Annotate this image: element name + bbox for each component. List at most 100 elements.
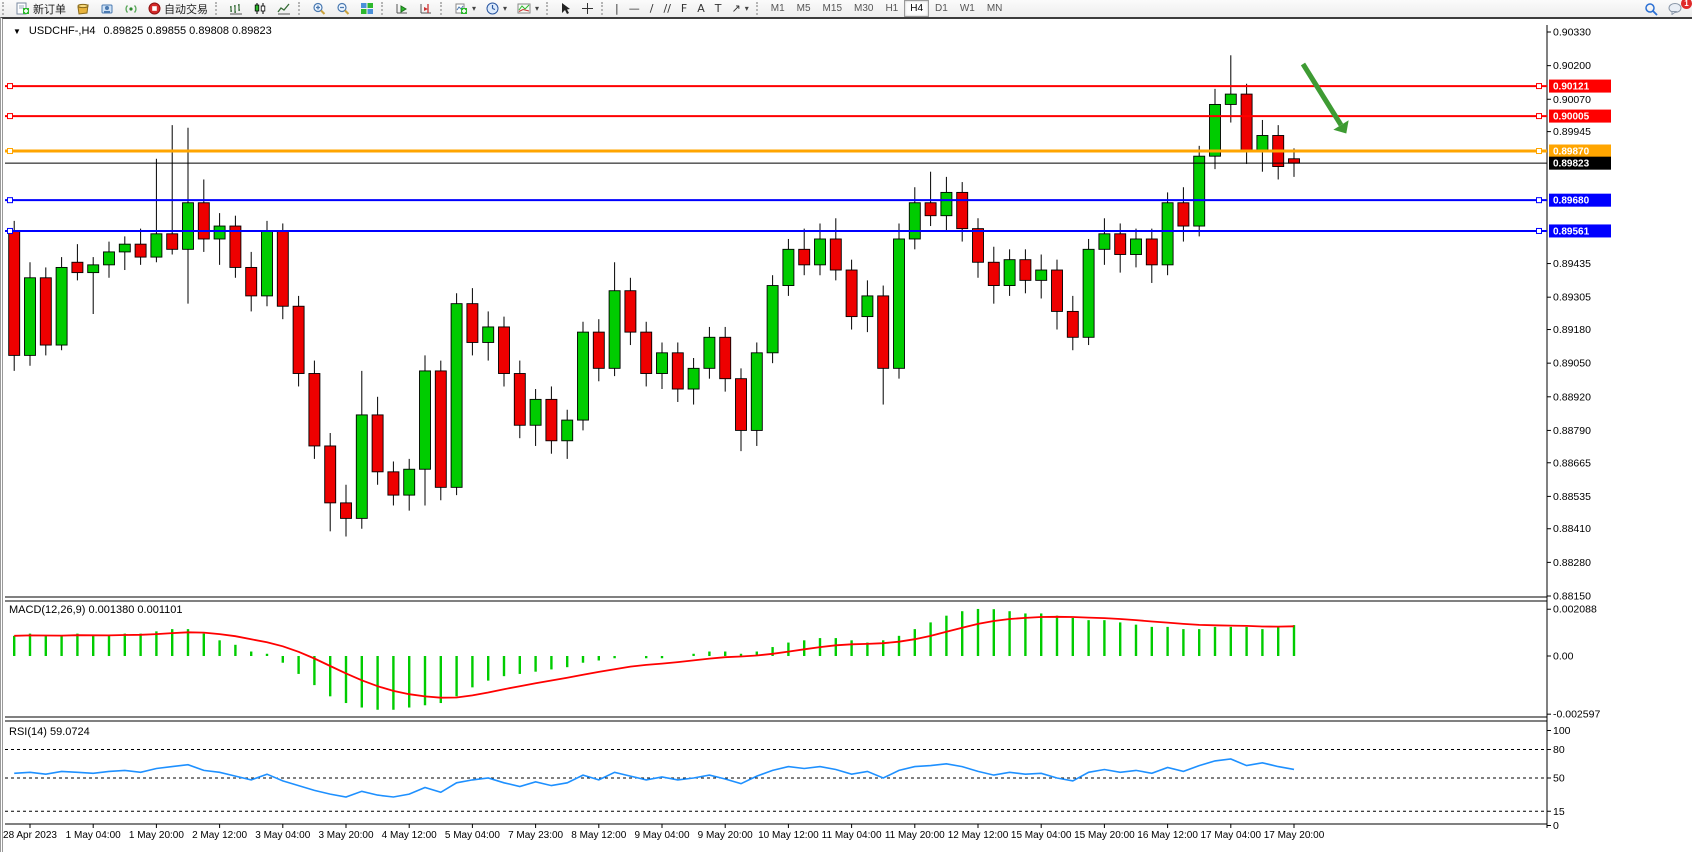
bull-candle: [894, 239, 905, 368]
svg-text:0.89823: 0.89823: [1553, 159, 1590, 170]
toolbar-grip[interactable]: [381, 2, 388, 15]
bull-candle: [88, 265, 99, 273]
zoom-in-button[interactable]: [307, 0, 331, 17]
svg-text:15 May 20:00: 15 May 20:00: [1074, 830, 1135, 841]
toolbar-grip[interactable]: [756, 2, 763, 15]
toolbar-grip[interactable]: [601, 2, 608, 15]
symbol-dropdown-icon[interactable]: ▼: [13, 27, 21, 36]
bull-candle: [1099, 234, 1110, 250]
trendline-tool-button[interactable]: /: [645, 0, 659, 17]
chart-shift-button[interactable]: [414, 0, 438, 17]
bull-candle: [404, 469, 415, 495]
text-label-tool-button[interactable]: T: [710, 0, 727, 17]
line-handle[interactable]: [1537, 114, 1542, 119]
expert-advisors-button[interactable]: [95, 0, 119, 17]
time-axis: 28 Apr 20231 May 04:001 May 20:002 May 1…: [3, 824, 1325, 841]
rsi-line: [14, 759, 1294, 797]
clock-icon: [486, 2, 499, 15]
bear-candle: [1241, 94, 1252, 151]
tile-windows-icon: [360, 2, 374, 15]
line-handle[interactable]: [8, 84, 13, 89]
vertical-line-tool-button[interactable]: |: [610, 0, 624, 17]
line-handle[interactable]: [8, 149, 13, 154]
bar-chart-button[interactable]: [224, 0, 248, 17]
toolbar-grip[interactable]: [215, 2, 222, 15]
zoom-in-icon: [312, 2, 326, 15]
auto-trading-label: 自动交易: [164, 1, 208, 17]
zoom-out-button[interactable]: [331, 0, 355, 17]
cursor-tool-button[interactable]: [555, 0, 576, 17]
svg-text:15 May 04:00: 15 May 04:00: [1011, 830, 1072, 841]
notifications-button[interactable]: 1: [1663, 0, 1688, 17]
signals-button[interactable]: [119, 0, 143, 17]
timeframe-m5-button[interactable]: M5: [791, 0, 817, 17]
svg-text:0.89305: 0.89305: [1553, 292, 1591, 304]
tile-windows-button[interactable]: [355, 0, 379, 17]
timeframe-h1-button[interactable]: H1: [879, 0, 904, 17]
timeframe-mn-button[interactable]: MN: [981, 0, 1009, 17]
timeframe-m30-button[interactable]: M30: [848, 0, 879, 17]
indicators-button[interactable]: ▾: [449, 0, 481, 17]
bull-candle: [1131, 239, 1142, 255]
crosshair-tool-button[interactable]: [576, 0, 599, 17]
horizontal-line-tool-button[interactable]: —: [624, 0, 645, 17]
text-tool-button[interactable]: A: [692, 0, 710, 17]
bear-candle: [467, 304, 478, 343]
bull-candle: [451, 304, 462, 488]
notification-badge: 1: [1681, 0, 1692, 9]
line-chart-icon: [277, 2, 291, 15]
timeframe-m1-button[interactable]: M1: [765, 0, 791, 17]
svg-text:0.88920: 0.88920: [1553, 391, 1591, 403]
fibonacci-tool-button[interactable]: F: [676, 0, 692, 17]
toolbar-grip[interactable]: [440, 2, 447, 15]
channel-tool-button[interactable]: //: [658, 0, 675, 17]
line-handle[interactable]: [1537, 149, 1542, 154]
svg-text:8 May 12:00: 8 May 12:00: [571, 830, 626, 841]
bull-candle: [657, 353, 668, 374]
auto-scroll-button[interactable]: [390, 0, 414, 17]
line-handle[interactable]: [8, 228, 13, 233]
svg-text:11 May 04:00: 11 May 04:00: [822, 830, 882, 841]
bear-candle: [1146, 239, 1157, 265]
line-handle[interactable]: [1537, 228, 1542, 233]
bull-candle: [751, 353, 762, 431]
svg-text:11 May 20:00: 11 May 20:00: [885, 830, 945, 841]
bear-candle: [593, 332, 604, 368]
templates-button[interactable]: ▾: [512, 0, 544, 17]
template-icon: [517, 2, 531, 15]
bear-candle: [435, 371, 446, 487]
candles-layer: [9, 55, 1300, 536]
bull-candle: [25, 278, 36, 356]
line-handle[interactable]: [8, 198, 13, 203]
vertical-line-icon: |: [615, 1, 619, 16]
dropdown-caret-icon: ▾: [503, 4, 507, 13]
bull-candle: [941, 192, 952, 215]
svg-text:0.90121: 0.90121: [1553, 82, 1590, 93]
zoom-out-icon: [336, 2, 350, 15]
expert-advisor-icon: [100, 2, 114, 15]
shapes-tool-button[interactable]: ↗▾: [727, 0, 754, 17]
line-chart-button[interactable]: [272, 0, 296, 17]
timeframe-h4-button[interactable]: H4: [904, 0, 929, 17]
timeframe-d1-button[interactable]: D1: [929, 0, 954, 17]
bull-candle: [151, 234, 162, 257]
periods-button[interactable]: ▾: [481, 0, 512, 17]
new-order-button[interactable]: 新订单: [11, 0, 71, 17]
candlestick-chart-button[interactable]: [248, 0, 272, 17]
chart-symbol-period: USDCHF-,H4: [29, 25, 96, 37]
toolbar-grip[interactable]: [546, 2, 553, 15]
line-handle[interactable]: [1537, 84, 1542, 89]
toolbar-grip[interactable]: [2, 2, 9, 15]
timeframe-w1-button[interactable]: W1: [954, 0, 981, 17]
chart-canvas[interactable]: 0.901210.900050.898700.898230.896800.895…: [3, 19, 1692, 852]
line-handle[interactable]: [1537, 198, 1542, 203]
chart-ohlc-quotes: 0.89825 0.89855 0.89808 0.89823: [104, 25, 272, 37]
line-handle[interactable]: [8, 114, 13, 119]
auto-trading-button[interactable]: 自动交易: [143, 0, 213, 17]
toolbar-grip[interactable]: [298, 2, 305, 15]
styler-button[interactable]: [71, 0, 95, 17]
timeframe-m15-button[interactable]: M15: [817, 0, 848, 17]
search-button[interactable]: [1639, 0, 1663, 17]
svg-text:0.89945: 0.89945: [1553, 126, 1591, 138]
annotation-arrow[interactable]: [1303, 64, 1349, 133]
